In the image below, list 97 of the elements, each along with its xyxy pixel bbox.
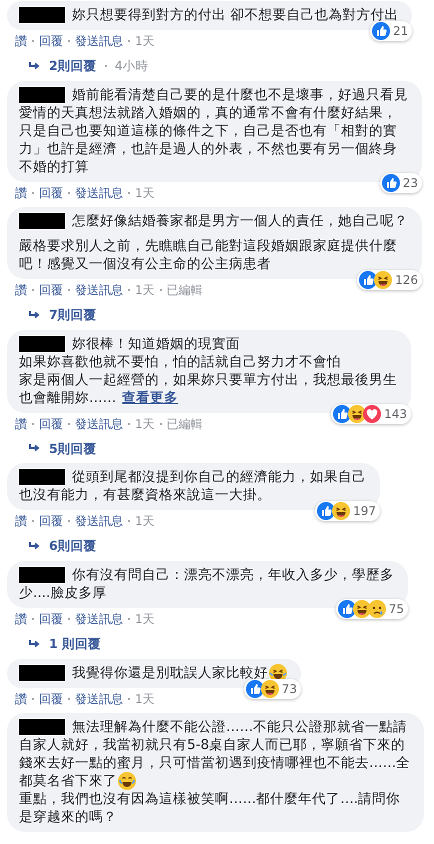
- reply-link[interactable]: 回覆: [39, 690, 63, 708]
- send-message-link[interactable]: 發送訊息: [75, 512, 123, 530]
- comment-time: 1天: [135, 184, 155, 202]
- crying-laughing-face-icon: [118, 772, 136, 790]
- laughing-face-icon: [374, 270, 392, 289]
- like-icon: [382, 174, 400, 192]
- comment-time: 1天: [135, 416, 155, 432]
- comment-text: 力」也許是經濟，也許是過人的外表，不然也要有另一個終身: [19, 140, 397, 158]
- redaction-bar: [19, 212, 65, 229]
- comment-text: 怎麼好像結婚養家都是男方一個人的責任，她自己呢？: [72, 212, 408, 230]
- edited-label: 已編輯: [166, 416, 203, 432]
- reply-time: 4小時: [114, 57, 149, 75]
- like-link[interactable]: 讚: [15, 184, 27, 202]
- sad-face-icon: [368, 600, 386, 618]
- comment-text: 只是自己也要知道這樣的條件之下，自己是否也有「相對的實: [19, 122, 397, 140]
- reaction-count: 75: [388, 601, 404, 618]
- send-message-link[interactable]: 發送訊息: [75, 184, 123, 202]
- redaction-bar: [19, 664, 65, 681]
- like-link[interactable]: 讚: [15, 610, 27, 628]
- replies-link[interactable]: 7則回覆: [49, 306, 97, 324]
- reaction-summary[interactable]: 143: [331, 404, 411, 424]
- like-link[interactable]: 讚: [15, 512, 27, 530]
- comment-text: 婚前能看清楚自己要的是什麼也不是壞事，好過只看見: [72, 86, 408, 104]
- comment-text: 家是兩個人一起經營的，如果妳只要單方付出，我想最後男生: [19, 370, 397, 388]
- comment-time: 1天: [135, 282, 155, 299]
- comment-time: 1天: [135, 513, 155, 530]
- send-message-link[interactable]: 發送訊息: [75, 414, 123, 432]
- redaction-bar: [19, 336, 65, 352]
- comment-text: 都莫名省下來了: [19, 772, 117, 790]
- reaction-count: 73: [282, 680, 297, 698]
- comment-time: 1天: [135, 690, 155, 708]
- comment-text: 不婚的打算: [19, 158, 89, 176]
- reaction-count: 126: [395, 272, 418, 289]
- comment-text: 吧！感覺又一個沒有公主命的公主病患者: [19, 254, 271, 273]
- reply-arrow-icon: [29, 542, 41, 552]
- comment-text: 少....臉皮多厚: [19, 584, 106, 602]
- comment-text: 妳很棒！知道婚姻的現實面: [72, 334, 240, 352]
- replies-link[interactable]: 6則回覆: [49, 537, 97, 556]
- like-link[interactable]: 讚: [15, 280, 27, 299]
- reply-link[interactable]: 回覆: [39, 280, 63, 299]
- laughing-face-icon: [352, 600, 371, 618]
- send-message-link[interactable]: 發送訊息: [75, 690, 123, 708]
- reaction-summary[interactable]: 23: [380, 172, 422, 193]
- laughing-face-icon: [332, 502, 350, 520]
- reply-link[interactable]: 回覆: [39, 512, 63, 530]
- reply-arrow-icon: [29, 310, 41, 320]
- redaction-bar: [19, 567, 65, 583]
- laughing-face-icon: [260, 680, 279, 698]
- comment-text: 妳只想要得到對方的付出 卻不想要自己也為對方付出: [72, 6, 398, 24]
- comment-text: 你有沒有問自己：漂亮不漂亮，年收入多少，學歷多: [72, 566, 394, 584]
- replies-link[interactable]: 1 則回覆: [49, 635, 102, 654]
- comment-text: 重點，我們也沒有因為這樣被笑啊……都什麼年代了….請問你: [19, 790, 400, 808]
- reaction-count: 143: [384, 406, 407, 422]
- redaction-bar: [19, 718, 65, 735]
- like-icon: [338, 600, 356, 618]
- redaction-bar: [19, 86, 65, 103]
- send-message-link[interactable]: 發送訊息: [75, 610, 123, 628]
- replies-link[interactable]: 2則回覆: [49, 57, 97, 76]
- see-more-link[interactable]: 查看更多: [122, 388, 178, 406]
- send-message-link[interactable]: 發送訊息: [75, 32, 123, 50]
- reaction-summary[interactable]: 21: [370, 21, 412, 41]
- redaction-bar: [19, 469, 65, 486]
- like-link[interactable]: 讚: [15, 690, 27, 708]
- comment-text: 愛情的天真想法就踏入婚姻的，真的通常不會有什麼好結果，: [19, 104, 397, 122]
- replies-link[interactable]: 5則回覆: [49, 440, 97, 458]
- reaction-count: 21: [393, 23, 408, 40]
- comment-text: 也沒有能力，有甚麼資格來說這一大掛。: [19, 486, 271, 504]
- comment-text: 嚴格要求別人之前，先瞧瞧自己能對這段婚姻跟家庭提供什麼: [19, 236, 397, 255]
- comment-text: 如果妳喜歡他就不要怕，怕的話就自己努力才不會怕: [19, 352, 341, 370]
- reply-link[interactable]: 回覆: [39, 184, 63, 202]
- reaction-summary[interactable]: 73: [244, 678, 301, 699]
- comment-text: 從頭到尾都沒提到你自己的經濟能力，如果自己: [72, 468, 366, 486]
- comment-text: 自家人就好，我當初就只有5-8桌自家人而已耶，寧願省下來的: [19, 736, 406, 754]
- comment-text: 錢來去好一點的蜜月，只可惜當初遇到疫情哪裡也不能去……全: [19, 754, 410, 772]
- reaction-summary[interactable]: 126: [357, 270, 422, 290]
- comment-text: 也會離開妳……: [19, 388, 116, 406]
- reaction-count: 23: [402, 174, 418, 192]
- reply-link[interactable]: 回覆: [39, 414, 63, 432]
- reply-arrow-icon: [29, 640, 41, 649]
- like-icon: [372, 22, 390, 40]
- comment-time: 1天: [135, 33, 155, 50]
- comment-text: 無法理解為什麼不能公證……不能只公證那就省一點請: [72, 718, 408, 736]
- reaction-summary[interactable]: 197: [315, 501, 380, 522]
- comment-text: 是穿越來的嗎？: [19, 808, 117, 826]
- like-icon: [246, 680, 264, 698]
- comment-time: 1天: [135, 611, 155, 628]
- reaction-count: 197: [353, 503, 376, 520]
- redaction-bar: [19, 7, 65, 23]
- reply-arrow-icon: [29, 62, 41, 71]
- reply-arrow-icon: [29, 444, 41, 454]
- like-link[interactable]: 讚: [15, 414, 27, 432]
- reply-link[interactable]: 回覆: [39, 32, 63, 50]
- send-message-link[interactable]: 發送訊息: [75, 280, 123, 299]
- reaction-summary[interactable]: 75: [336, 599, 408, 619]
- like-link[interactable]: 讚: [15, 32, 27, 50]
- reply-link[interactable]: 回覆: [39, 610, 63, 628]
- edited-label: 已編輯: [166, 282, 203, 299]
